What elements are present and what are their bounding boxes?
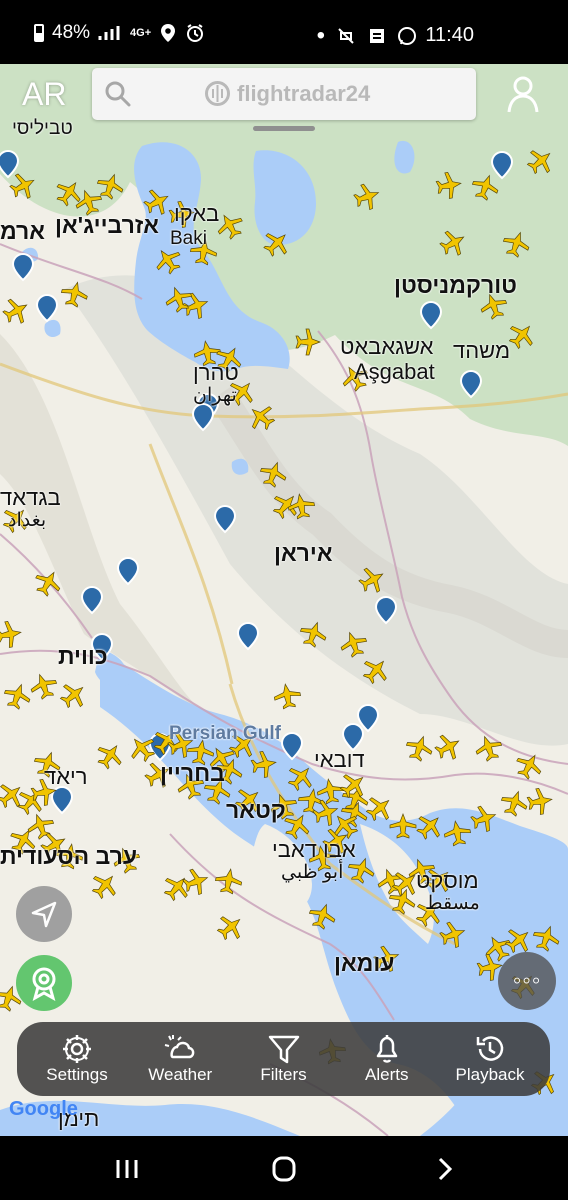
map-label-turkmenistan: טורקמניסטן xyxy=(394,272,517,298)
whatsapp-icon xyxy=(398,26,416,45)
map-label-persian-gulf: Persian Gulf xyxy=(169,723,281,744)
map-label-saudi-arabia: ערב הסעודית xyxy=(0,843,138,869)
alerts-label: Alerts xyxy=(365,1065,409,1084)
map-drawer-handle[interactable] xyxy=(253,126,315,131)
map-label-ashgabat-he: אשגאבאט xyxy=(340,334,434,359)
map-label-bahrain: בחריין xyxy=(160,760,225,786)
map-label-riyadh: ריאד xyxy=(44,764,88,789)
filters-button[interactable]: Filters xyxy=(236,1022,332,1096)
settings-button[interactable]: Settings xyxy=(29,1022,125,1096)
map-label-iran: איראן xyxy=(274,540,333,566)
map-label-muscat-local: مسقط xyxy=(425,893,480,914)
status-notification-icons: • xyxy=(317,22,418,50)
flight-search-box[interactable]: flightradar24 xyxy=(92,68,476,120)
navigation-arrow-icon xyxy=(31,901,57,928)
gear-icon xyxy=(63,1035,91,1063)
map-label-abu-dhabi-local: أبو ظبي xyxy=(281,862,344,883)
filters-label: Filters xyxy=(260,1065,307,1084)
flightradar24-logo: flightradar24 xyxy=(204,80,370,107)
map-label-armenia: ארמ xyxy=(0,218,45,244)
award-button[interactable] xyxy=(16,955,72,1011)
map-label-muscat-he: מוסקט xyxy=(416,868,479,893)
map-label-tehran-he: טהרן xyxy=(193,360,239,385)
map-label-kuwait: כווית xyxy=(58,643,108,669)
battery-icon xyxy=(34,24,44,42)
ar-button[interactable]: AR xyxy=(22,76,66,113)
more-button[interactable]: ◦◦◦ xyxy=(498,952,556,1010)
locate-button[interactable] xyxy=(16,886,72,942)
alarm-icon xyxy=(187,24,204,42)
bottom-toolbar: Settings Weather Filters Alerts Playback xyxy=(17,1022,550,1096)
filter-icon xyxy=(268,1035,299,1064)
android-navigation-bar xyxy=(0,1136,568,1200)
map-label-qatar: קטאר xyxy=(226,797,286,823)
cloud-sun-icon xyxy=(165,1035,195,1059)
status-left: 48% 4G+ xyxy=(34,22,205,44)
google-logo-text: Google xyxy=(9,1098,78,1120)
map-label-azerbaijan: אזרבייג'אן xyxy=(55,212,159,238)
weather-label: Weather xyxy=(148,1065,213,1084)
app-name: flightradar24 xyxy=(237,80,371,106)
map-label-dubai: דובאי xyxy=(314,747,365,772)
status-time: 11:40 xyxy=(425,24,474,46)
award-badge-icon xyxy=(32,967,56,1001)
status-bar: 48% 4G+ • 11:40 xyxy=(0,0,568,64)
alerts-button[interactable]: Alerts xyxy=(339,1022,435,1096)
search-icon xyxy=(105,81,131,107)
weather-button[interactable]: Weather xyxy=(132,1022,228,1096)
map-label-baku-he: באקו xyxy=(174,201,220,226)
map-label-baghdad-he: בגדאד xyxy=(0,485,61,510)
playback-label: Playback xyxy=(455,1065,525,1084)
network-type: 4G+ xyxy=(130,27,152,39)
google-attribution: Google xyxy=(9,1098,78,1121)
signal-icon xyxy=(98,26,120,40)
back-icon[interactable] xyxy=(425,1153,465,1185)
map-label-baku-en: Baki xyxy=(170,228,207,249)
dot-icon: • xyxy=(316,22,325,49)
settings-label: Settings xyxy=(46,1065,108,1084)
location-icon xyxy=(161,24,176,42)
recent-apps-icon[interactable] xyxy=(107,1153,147,1185)
history-icon xyxy=(476,1036,504,1061)
map-label-mashhad: משהד xyxy=(453,338,511,363)
radar-logo-icon xyxy=(205,81,230,106)
more-icon: ◦◦◦ xyxy=(512,967,542,994)
map-label-oman: עומאן xyxy=(334,950,395,976)
user-icon[interactable] xyxy=(505,74,541,114)
playback-button[interactable]: Playback xyxy=(442,1022,538,1096)
map-label-tehran-local: تهران xyxy=(193,385,237,406)
flight-map[interactable]: טביליסי ארמ אזרבייג'אן באקו Baki טורקמני… xyxy=(0,64,568,1136)
notification-icon xyxy=(370,29,384,43)
silent-icon xyxy=(338,28,354,44)
map-label-baghdad-local: بغداد xyxy=(8,510,47,531)
bell-icon xyxy=(376,1035,397,1063)
home-icon[interactable] xyxy=(264,1153,304,1185)
map-label-abu-dhabi-he: אבו דאבי xyxy=(272,837,356,862)
battery-percent: 48% xyxy=(52,22,91,43)
map-label-ashgabat-en: Aşgabat xyxy=(354,359,435,384)
